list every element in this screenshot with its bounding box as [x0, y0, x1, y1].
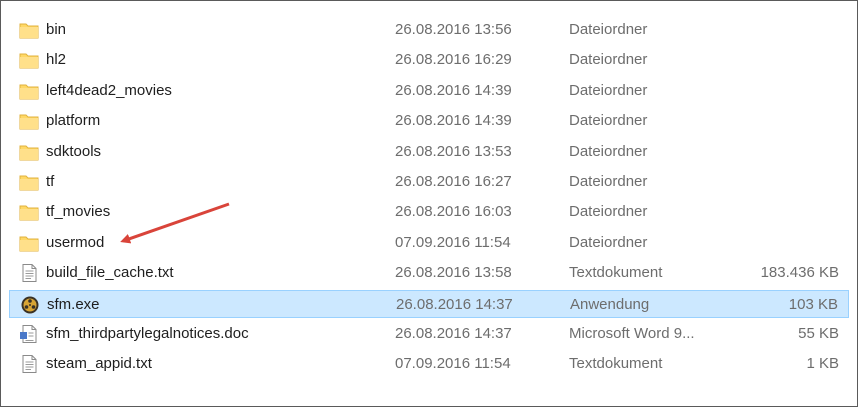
- file-type: Dateiordner: [569, 51, 648, 69]
- file-date-modified: 26.08.2016 14:37: [395, 325, 512, 342]
- file-date-modified: 26.08.2016 16:27: [395, 173, 512, 190]
- file-size: 103 KB: [788, 295, 838, 313]
- file-row[interactable]: sfm_thirdpartylegalnotices.doc 26.08.2016…: [9, 320, 849, 348]
- file-row[interactable]: usermod 07.09.2016 11:54 Dateiordner: [9, 229, 849, 257]
- file-date-modified: 07.09.2016 11:54: [395, 233, 511, 251]
- file-name: platform: [46, 112, 101, 130]
- folder-icon: [19, 51, 39, 69]
- file-name: tf_movies: [46, 203, 111, 221]
- file-name: usermod: [46, 233, 105, 251]
- file-row[interactable]: steam_appid.txt 07.09.2016 11:54 Textdokum…: [9, 350, 849, 378]
- file-date-modified: 26.08.2016 13:56: [395, 21, 512, 38]
- file-type: Dateiordner: [569, 142, 648, 160]
- file-type: Dateiordner: [569, 21, 648, 38]
- file-date-modified: 26.08.2016 16:03: [395, 203, 512, 221]
- file-name: steam_appid.txt: [46, 355, 152, 373]
- file-row[interactable]: build_file_cache.txt 26.08.2016 13:58 Text…: [9, 259, 849, 287]
- file-type: Dateiordner: [569, 203, 648, 221]
- file-row[interactable]: left4dead2_movies 26.08.2016 14:39 Dateior…: [9, 77, 849, 105]
- file-type: Microsoft Word 9...: [569, 325, 695, 342]
- file-row[interactable]: sdktools 26.08.2016 13:53 Dateiordner: [9, 138, 849, 166]
- text-file-icon: [19, 264, 39, 283]
- file-type: Dateiordner: [569, 233, 648, 251]
- file-date-modified: 26.08.2016 14:39: [395, 81, 512, 99]
- file-explorer-window: bin 26.08.2016 13:56 Dateiordner hl2 26.08.2…: [0, 0, 858, 407]
- file-name: sfm.exe: [47, 295, 100, 313]
- folder-icon: [19, 173, 39, 191]
- file-row[interactable]: hl2 26.08.2016 16:29 Dateiordner: [9, 46, 849, 74]
- file-type: Textdokument: [569, 355, 663, 373]
- folder-icon: [19, 234, 39, 252]
- file-name: build_file_cache.txt: [46, 264, 174, 282]
- sfm-app-icon: [20, 296, 40, 314]
- file-type: Dateiordner: [569, 81, 648, 99]
- file-date-modified: 26.08.2016 14:37: [396, 295, 513, 313]
- file-name: bin: [46, 21, 67, 38]
- file-row[interactable]: tf_movies 26.08.2016 16:03 Dateiordner: [9, 198, 849, 226]
- file-date-modified: 26.08.2016 13:58: [395, 264, 512, 282]
- file-date-modified: 26.08.2016 16:29: [395, 51, 512, 69]
- folder-icon: [19, 143, 39, 161]
- file-date-modified: 26.08.2016 13:53: [395, 142, 512, 160]
- folder-icon: [19, 112, 39, 130]
- text-file-icon: [19, 355, 39, 374]
- file-row[interactable]: tf 26.08.2016 16:27 Dateiordner: [9, 168, 849, 196]
- file-size: 183.436 KB: [760, 264, 839, 282]
- file-type: Dateiordner: [569, 173, 648, 190]
- file-type: Anwendung: [570, 295, 650, 313]
- file-row[interactable]: sfm.exe 26.08.2016 14:37 Anwendung 103 KB: [9, 289, 849, 318]
- file-name: sfm_thirdpartylegalnotices.doc: [46, 325, 249, 342]
- file-type: Dateiordner: [569, 112, 648, 130]
- folder-icon: [19, 203, 39, 221]
- folder-icon: [19, 82, 39, 100]
- document-file-icon: [19, 325, 39, 343]
- file-row[interactable]: platform 26.08.2016 14:39 Dateiordner: [9, 107, 849, 135]
- file-size: 1 KB: [806, 355, 839, 373]
- file-name: left4dead2_movies: [46, 81, 172, 99]
- file-name: tf: [46, 173, 55, 190]
- file-type: Textdokument: [569, 264, 663, 282]
- file-date-modified: 26.08.2016 14:39: [395, 112, 512, 130]
- file-date-modified: 07.09.2016 11:54: [395, 355, 511, 373]
- folder-icon: [19, 21, 39, 39]
- file-name: sdktools: [46, 142, 102, 160]
- file-name: hl2: [46, 51, 67, 69]
- file-row[interactable]: bin 26.08.2016 13:56 Dateiordner: [9, 16, 849, 44]
- file-size: 55 KB: [798, 325, 839, 342]
